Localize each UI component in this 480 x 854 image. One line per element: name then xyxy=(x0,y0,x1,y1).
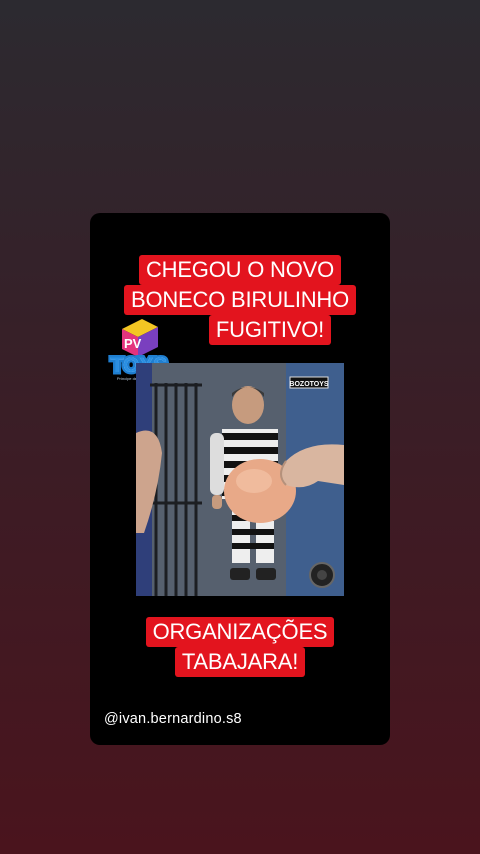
headline-line-3: FUGITIVO! xyxy=(208,315,332,345)
toy-photo-illustration: BOZOTOYS xyxy=(136,363,344,596)
bottom-caption: ORGANIZAÇÕES TABAJARA! xyxy=(90,617,390,677)
bottom-line-2: TABAJARA! xyxy=(174,647,306,677)
toy-photo: BOZOTOYS xyxy=(136,363,344,596)
headline-line-1: CHEGOU O NOVO xyxy=(138,255,342,285)
logo-pv-text: PV xyxy=(124,336,142,351)
box-brand-label: BOZOTOYS xyxy=(289,381,328,388)
bottom-line-1: ORGANIZAÇÕES xyxy=(145,617,335,647)
headline-line-2: BONECO BIRULINHO xyxy=(123,285,357,315)
story-card: CHEGOU O NOVO BONECO BIRULINHO FUGITIVO!… xyxy=(90,213,390,745)
author-handle[interactable]: @ivan.bernardino.s8 xyxy=(104,711,242,727)
